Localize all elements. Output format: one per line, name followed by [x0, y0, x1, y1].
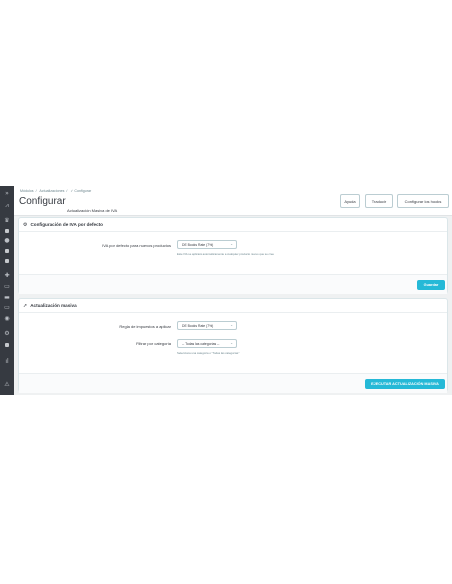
category-filter-help: Selecciona una categoría o "Todas las ca…	[177, 351, 240, 355]
default-vat-panel: ⚙ Configuración de IVA por defecto IVA p…	[18, 217, 448, 294]
international-icon[interactable]: ◉	[0, 314, 14, 323]
help-icon[interactable]: ⚠	[0, 380, 14, 389]
default-vat-panel-footer: Guardar	[19, 274, 447, 294]
chevron-down-icon: ⌄	[230, 242, 233, 246]
catalog-icon[interactable]	[0, 246, 14, 255]
sidebar: » ⩘ ♛ ● ✚ ▭ ▬ ▭ ◉ ⚙ ıl ⚠	[0, 186, 14, 395]
stats-icon[interactable]: ⩘	[0, 201, 14, 210]
default-vat-panel-title: Configuración de IVA por defecto	[30, 222, 103, 227]
admin-window: » ⩘ ♛ ● ✚ ▭ ▬ ▭ ◉ ⚙ ıl ⚠ Módulos / Actual…	[0, 186, 452, 395]
translate-button[interactable]: Traducir	[365, 194, 393, 208]
breadcrumb-separator: /	[35, 189, 37, 193]
customers-icon[interactable]: ●	[0, 236, 14, 245]
breadcrumb: Módulos / Actualizaciones / ✓ Configurar	[20, 189, 93, 193]
shipping-icon[interactable]: ▬	[0, 293, 14, 302]
tax-rule-label: Regla de impuestos a aplicar	[119, 324, 171, 329]
stats-bottom-icon[interactable]: ıl	[0, 357, 14, 366]
bulk-update-panel: ➚ Actualización masiva Regla de impuesto…	[18, 298, 448, 393]
default-vat-help: Este IVA se aplicará automáticamente a c…	[177, 252, 274, 256]
rocket-icon: ➚	[23, 302, 28, 309]
cogs-icon: ⚙	[23, 221, 28, 228]
page-frame: » ⩘ ♛ ● ✚ ▭ ▬ ▭ ◉ ⚙ ıl ⚠ Módulos / Actual…	[0, 0, 452, 584]
save-button[interactable]: Guardar	[417, 280, 445, 290]
default-vat-panel-header: ⚙ Configuración de IVA por defecto	[19, 218, 447, 232]
modules-icon[interactable]: ✚	[0, 271, 14, 280]
chevron-down-icon: ⌄	[230, 341, 233, 345]
help-button[interactable]: Ayuda	[340, 194, 360, 208]
payment-icon[interactable]: ▭	[0, 303, 14, 312]
shop-icon[interactable]: ♛	[0, 216, 14, 225]
category-filter-select[interactable]: -- Todas las categorías -- ⌄	[177, 339, 237, 348]
advanced-icon[interactable]	[0, 340, 14, 349]
category-filter-label: Filtrar por categoría	[136, 341, 171, 346]
design-icon[interactable]: ▭	[0, 282, 14, 291]
sales-icon[interactable]	[0, 256, 14, 265]
page-title: Configurar	[19, 196, 66, 207]
breadcrumb-item-configure: ✓ Configurar	[70, 189, 92, 193]
configure-hooks-button[interactable]: Configurar los hooks	[397, 194, 449, 208]
module-subtitle: Actualización Masiva de IVA	[67, 208, 118, 213]
chevron-down-icon: ⌄	[230, 323, 233, 327]
page-header: Módulos / Actualizaciones / ✓ Configurar C…	[14, 186, 452, 216]
run-bulk-update-button[interactable]: EJECUTAR ACTUALIZACIÓN MASIVA	[365, 379, 445, 389]
category-filter-select-value: -- Todas las categorías --	[182, 341, 220, 346]
breadcrumb-separator: /	[66, 189, 68, 193]
default-vat-label: IVA por defecto para nuevos productos	[102, 243, 171, 248]
bulk-update-panel-footer: EJECUTAR ACTUALIZACIÓN MASIVA	[19, 373, 447, 393]
tax-rule-select[interactable]: DE Books Rate (7%) ⌄	[177, 321, 237, 330]
default-vat-select-value: DE Books Rate (7%)	[182, 242, 214, 247]
tax-rule-select-value: DE Books Rate (7%)	[182, 323, 214, 328]
default-vat-select[interactable]: DE Books Rate (7%) ⌄	[177, 240, 237, 249]
breadcrumb-item-modules[interactable]: Módulos	[20, 189, 34, 193]
orders-icon[interactable]	[0, 226, 14, 235]
bulk-update-panel-header: ➚ Actualización masiva	[19, 299, 447, 313]
bulk-update-panel-title: Actualización masiva	[30, 303, 77, 308]
expand-icon[interactable]: »	[0, 189, 14, 198]
parameters-icon[interactable]: ⚙	[0, 329, 14, 338]
breadcrumb-item-updates[interactable]: Actualizaciones	[39, 189, 64, 193]
